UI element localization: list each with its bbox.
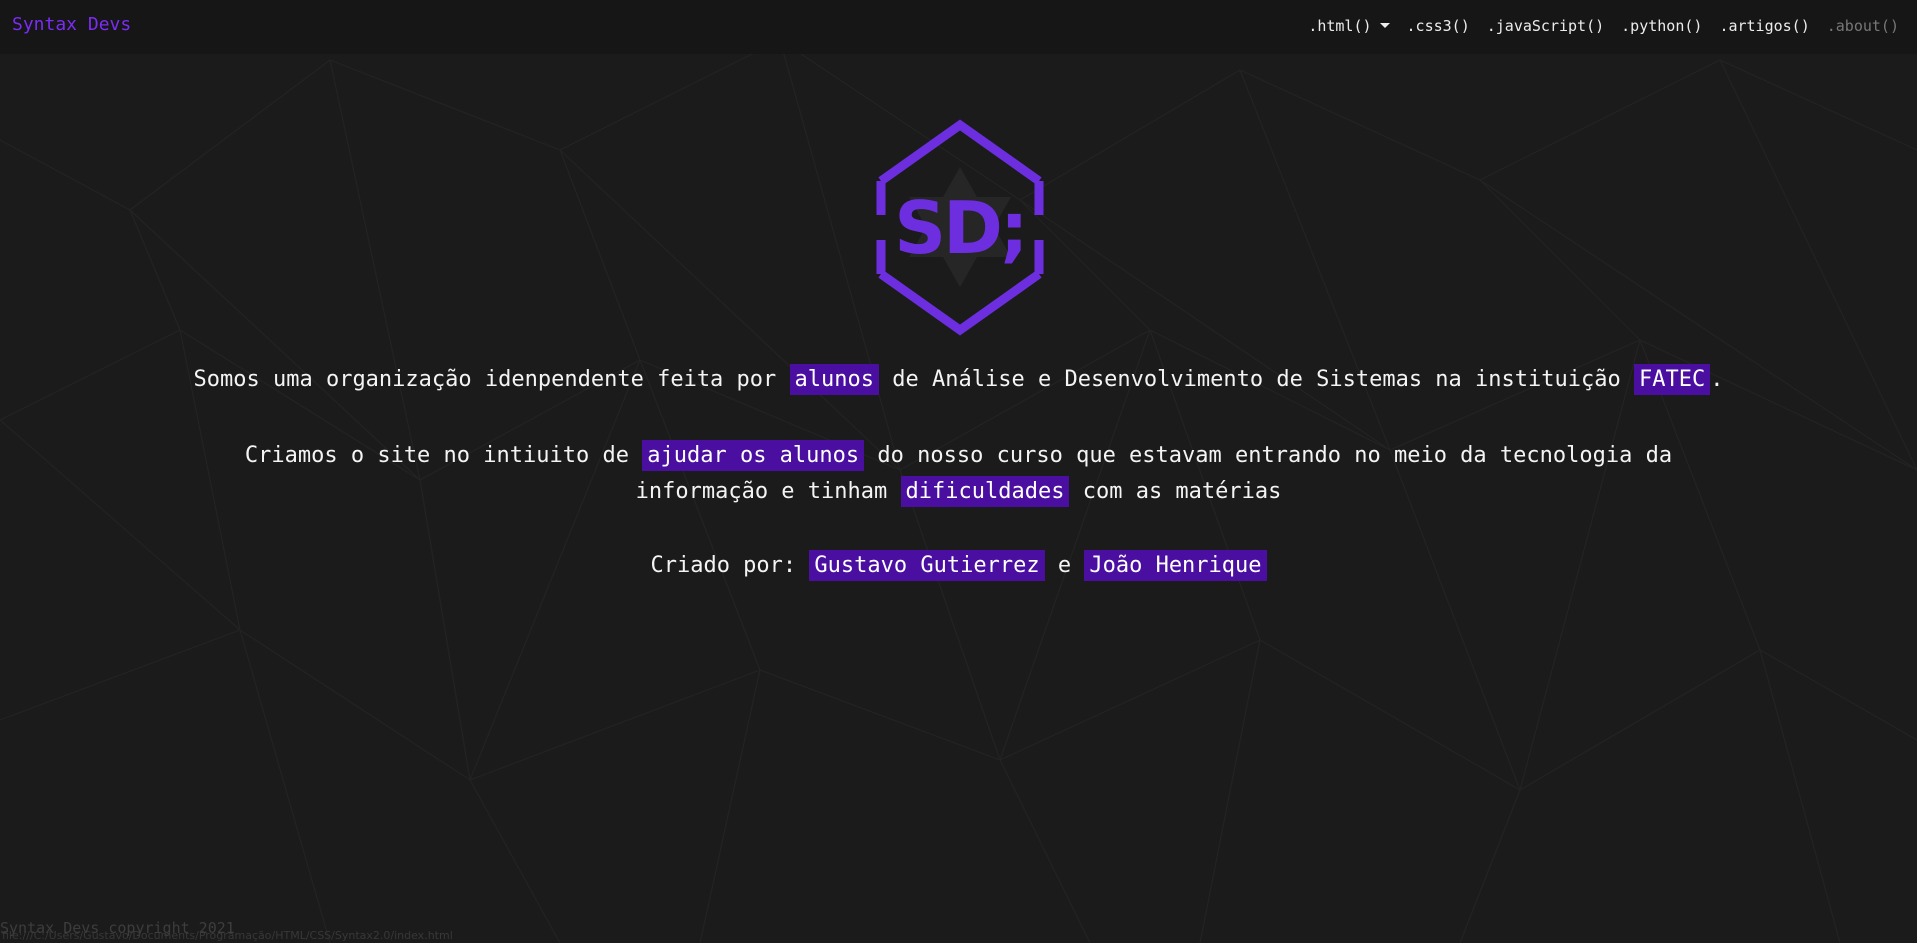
nav-link-javascript[interactable]: .javaScript() [1487, 17, 1604, 35]
top-navbar: Syntax Devs .html() .css3() .javaScript(… [0, 0, 1917, 54]
nav-link-html[interactable]: .html() [1308, 17, 1371, 35]
nav-html-dropdown[interactable]: .html() [1308, 17, 1390, 35]
hexagon-logo-icon: SD; [876, 119, 1044, 336]
nav-link-python[interactable]: .python() [1621, 17, 1702, 35]
text-segment: . [1710, 367, 1724, 392]
status-bar-url: file:///C:/Users/Gustavo/Documents/Progr… [2, 929, 453, 942]
nav-link-css3[interactable]: .css3() [1407, 17, 1470, 35]
text-segment: do nosso curso que estavam entrando no m… [864, 443, 1673, 468]
about-paragraph-purpose: Criamos o site no intiuito de ajudar os … [0, 438, 1917, 510]
highlight-dificuldades: dificuldades [900, 476, 1070, 507]
highlight-alunos: alunos [789, 364, 880, 395]
caret-down-icon[interactable] [1379, 22, 1390, 28]
about-paragraph-organization: Somos uma organização idenpendente feita… [0, 362, 1917, 398]
text-segment: de Análise e Desenvolvimento de Sistemas… [879, 367, 1634, 392]
text-segment: Criado por: [650, 553, 810, 578]
text-segment: com as matérias [1069, 479, 1282, 504]
nav-link-about[interactable]: .about() [1827, 17, 1899, 35]
highlight-fatec: FATEC [1634, 364, 1711, 395]
author-joao: João Henrique [1084, 550, 1267, 581]
text-segment: Criamos o site no intiuito de [244, 443, 643, 468]
text-segment: Somos uma organização idenpendente feita… [193, 367, 790, 392]
brand-link[interactable]: Syntax Devs [12, 14, 131, 35]
nav-links: .html() .css3() .javaScript() .python() … [1308, 17, 1899, 35]
text-segment: e [1044, 553, 1085, 578]
text-segment: informação e tinham [635, 479, 901, 504]
highlight-ajudar-alunos: ajudar os alunos [642, 440, 865, 471]
nav-link-artigos[interactable]: .artigos() [1719, 17, 1809, 35]
logo-text: SD; [894, 186, 1025, 270]
about-paragraph-authors: Criado por: Gustavo Gutierrez e João Hen… [0, 548, 1917, 584]
author-gustavo: Gustavo Gutierrez [809, 550, 1045, 581]
